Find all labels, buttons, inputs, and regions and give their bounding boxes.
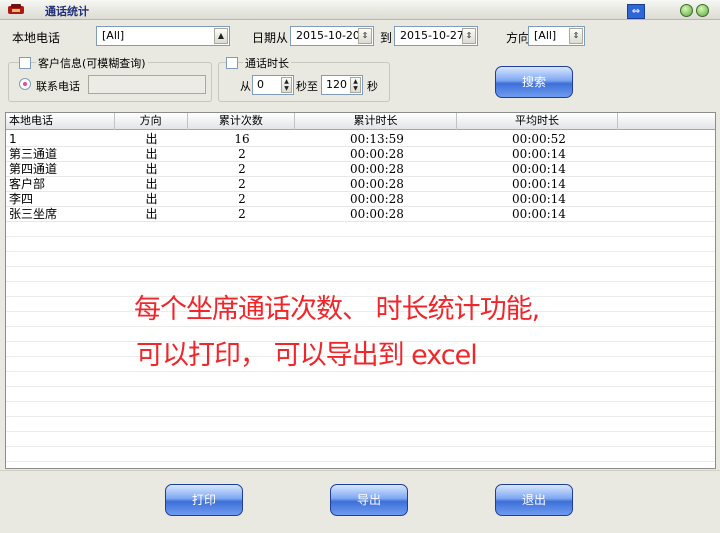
table-row[interactable]: 第三通道 出 2 00:00:28 00:00:14 [6, 147, 715, 162]
cell-direction: 出 [145, 177, 158, 191]
spin-icon: ▲ ▼ [350, 77, 361, 93]
empty-table-row [6, 417, 715, 432]
print-button[interactable]: 打印 [165, 484, 243, 516]
empty-table-row [6, 432, 715, 447]
column-header-phone[interactable]: 本地电话 [6, 113, 115, 130]
date-to-picker[interactable]: 2015-10-27 ⇕ [394, 26, 478, 46]
duration-checkbox[interactable] [226, 57, 238, 69]
local-phone-value: [All] [102, 29, 125, 42]
cell-total-duration: 00:00:28 [350, 177, 404, 191]
empty-table-row [6, 387, 715, 402]
annotation-line-1: 每个坐席通话次数、 时长统计功能, [134, 294, 540, 325]
bottom-button-bar: 打印 导出 退出 [0, 470, 720, 533]
cell-phone: 客户部 [9, 177, 46, 191]
cell-avg-duration: 00:00:14 [512, 177, 566, 191]
cell-total-duration: 00:13:59 [350, 132, 404, 146]
minimize-button[interactable] [680, 4, 693, 17]
search-button[interactable]: 搜索 [495, 66, 573, 98]
duration-to-spinner[interactable]: 120 ▲ ▼ [321, 75, 363, 95]
cell-count: 2 [238, 207, 246, 221]
empty-table-row [6, 237, 715, 252]
cell-avg-duration: 00:00:14 [512, 192, 566, 206]
cell-count: 2 [238, 192, 246, 206]
duration-from-spinner[interactable]: 0 ▲ ▼ [252, 75, 294, 95]
local-phone-label: 本地电话 [12, 31, 61, 45]
date-from-label: 日期从 [252, 31, 289, 45]
direction-label: 方向 [506, 31, 531, 45]
empty-table-row [6, 447, 715, 462]
duration-title: 通话时长 [243, 55, 291, 71]
cell-direction: 出 [145, 147, 158, 161]
contact-phone-input[interactable] [88, 75, 206, 94]
cell-count: 2 [238, 162, 246, 176]
empty-table-row [6, 402, 715, 417]
table-row[interactable]: 客户部 出 2 00:00:28 00:00:14 [6, 177, 715, 192]
direction-select[interactable]: [All] ⇕ [528, 26, 585, 46]
cell-phone: 张三坐席 [9, 207, 58, 221]
cell-phone: 李四 [9, 192, 34, 206]
cell-total-duration: 00:00:28 [350, 192, 404, 206]
local-phone-select[interactable]: [All] ▲ [96, 26, 230, 46]
cell-count: 2 [238, 177, 246, 191]
cell-direction: 出 [145, 192, 158, 206]
empty-table-row [6, 252, 715, 267]
duration-seconds-label: 秒 [367, 80, 378, 93]
contact-phone-label: 联系电话 [36, 80, 80, 93]
empty-table-row [6, 222, 715, 237]
column-header-avg-duration[interactable]: 平均时长 [457, 113, 619, 130]
cell-total-duration: 00:00:28 [350, 162, 404, 176]
window-title: 通话统计 [45, 5, 89, 18]
spin-icon: ⇕ [462, 28, 476, 44]
customer-info-checkbox[interactable] [19, 57, 31, 69]
customer-info-title: 客户信息(可模糊查询) [36, 55, 148, 71]
column-header-filler [618, 113, 715, 130]
app-icon [8, 4, 24, 14]
cell-phone: 第三通道 [9, 147, 58, 161]
table-row[interactable]: 第四通道 出 2 00:00:28 00:00:14 [6, 162, 715, 177]
spin-icon: ⇕ [569, 28, 583, 44]
duration-to-value: 120 [326, 78, 347, 91]
cell-direction: 出 [145, 207, 158, 221]
empty-table-row [6, 372, 715, 387]
cell-avg-duration: 00:00:14 [512, 207, 566, 221]
direction-value: [All] [534, 29, 557, 42]
table-header: 本地电话 方向 累计次数 累计时长 平均时长 [6, 113, 715, 130]
title-bar: 通话统计 ⇔ [0, 0, 720, 20]
cell-phone: 第四通道 [9, 162, 58, 176]
expand-icon[interactable]: ⇔ [627, 4, 645, 19]
spin-icon: ▲ ▼ [281, 77, 292, 93]
date-from-value: 2015-10-20 [296, 29, 360, 42]
date-from-picker[interactable]: 2015-10-20 ⇕ [290, 26, 374, 46]
cell-avg-duration: 00:00:14 [512, 162, 566, 176]
cell-avg-duration: 00:00:14 [512, 147, 566, 161]
export-button[interactable]: 导出 [330, 484, 408, 516]
cell-phone: 1 [9, 132, 17, 146]
contact-phone-radio[interactable] [19, 78, 31, 90]
cell-avg-duration: 00:00:52 [512, 132, 566, 146]
close-button[interactable] [696, 4, 709, 17]
duration-seconds-to-label: 秒至 [296, 80, 318, 93]
column-header-count[interactable]: 累计次数 [188, 113, 296, 130]
exit-button[interactable]: 退出 [495, 484, 573, 516]
spin-icon: ⇕ [358, 28, 372, 44]
duration-from-label: 从 [240, 80, 251, 93]
column-header-total-duration[interactable]: 累计时长 [295, 113, 457, 130]
annotation-line-2: 可以打印， 可以导出到 excel [136, 340, 478, 371]
duration-from-value: 0 [257, 78, 264, 91]
empty-table-row [6, 267, 715, 282]
cell-direction: 出 [145, 132, 158, 146]
chevron-updown-icon: ▲ [214, 28, 228, 44]
table-row[interactable]: 李四 出 2 00:00:28 00:00:14 [6, 192, 715, 207]
table-row[interactable]: 1 出 16 00:13:59 00:00:52 [6, 132, 715, 147]
date-to-value: 2015-10-27 [400, 29, 464, 42]
cell-total-duration: 00:00:28 [350, 147, 404, 161]
date-to-label: 到 [380, 31, 393, 45]
table-row[interactable]: 张三坐席 出 2 00:00:28 00:00:14 [6, 207, 715, 222]
column-header-direction[interactable]: 方向 [115, 113, 188, 130]
cell-count: 16 [234, 132, 250, 146]
cell-total-duration: 00:00:28 [350, 207, 404, 221]
cell-direction: 出 [145, 162, 158, 176]
cell-count: 2 [238, 147, 246, 161]
